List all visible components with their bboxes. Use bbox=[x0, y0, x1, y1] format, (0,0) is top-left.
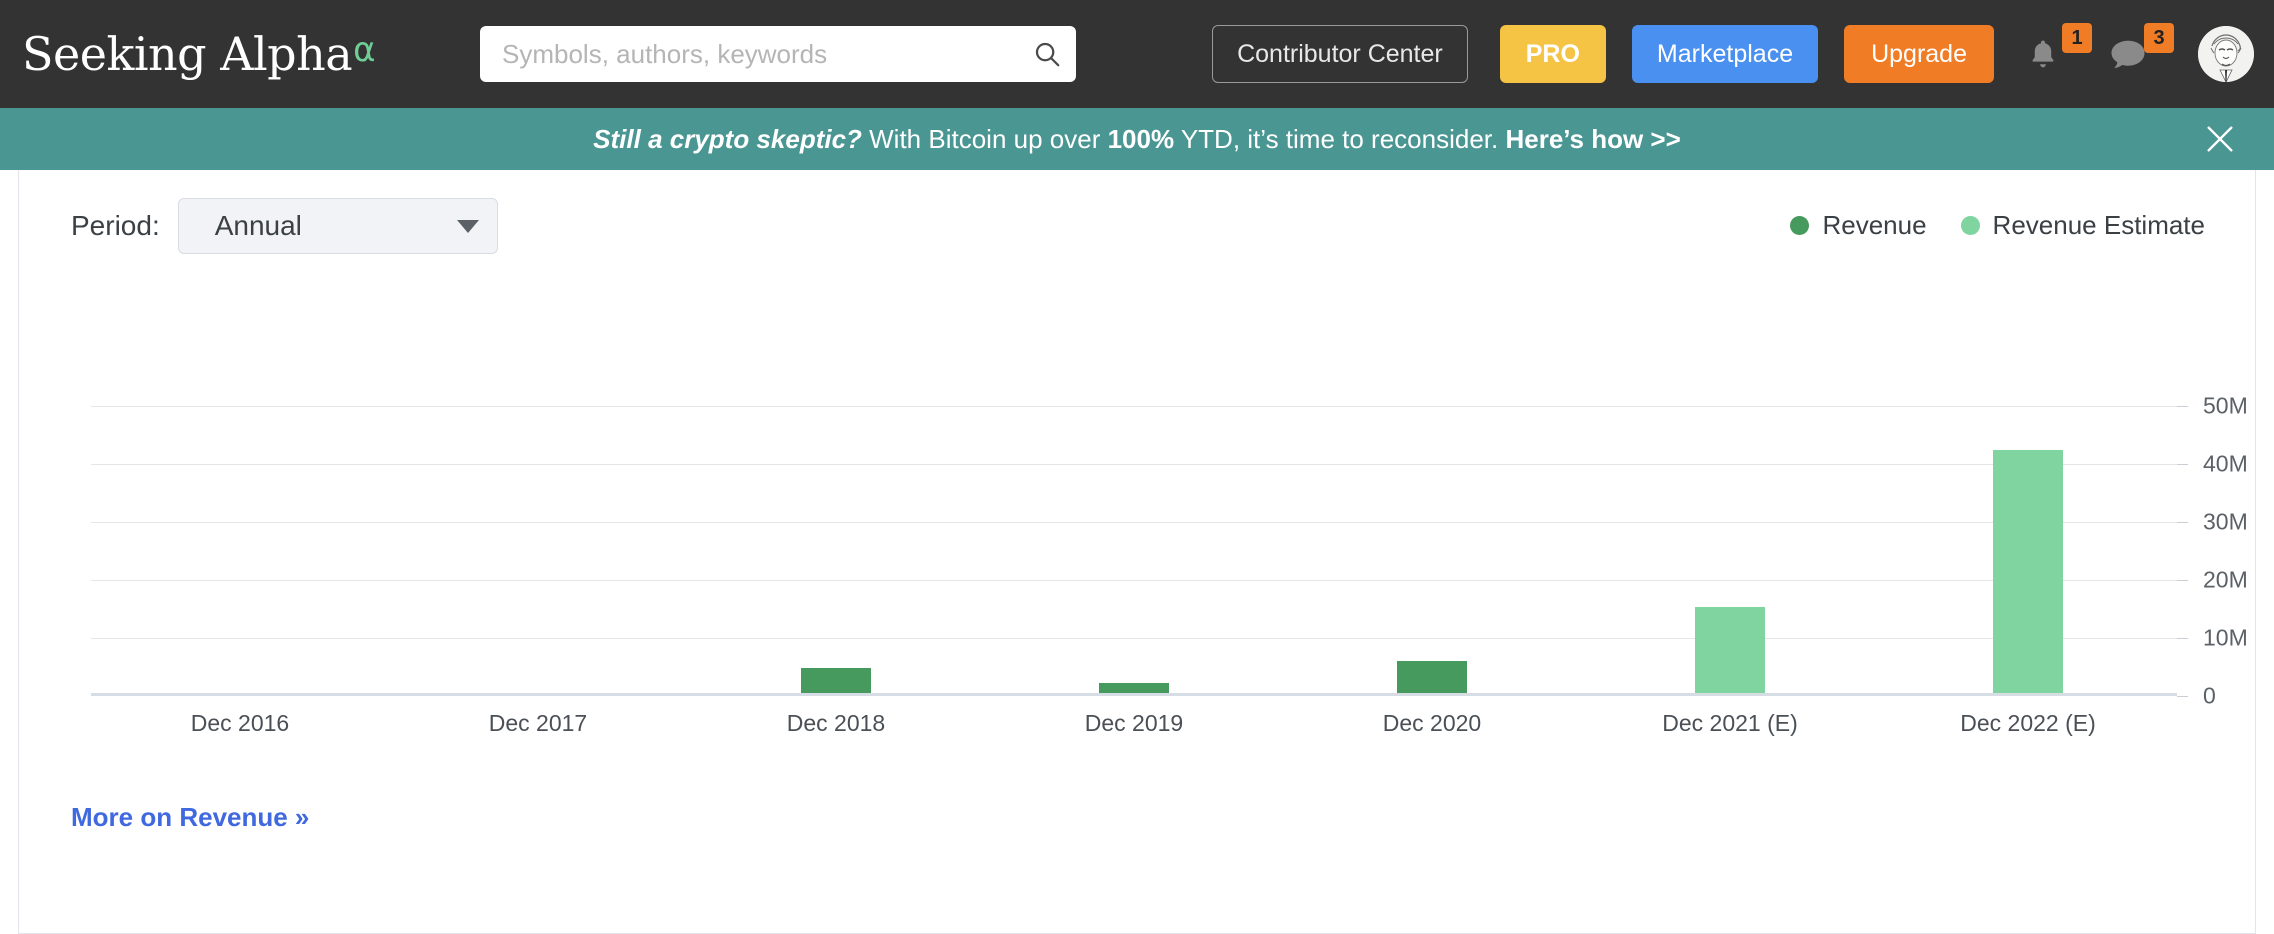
chart-x-axis: Dec 2016 Dec 2017 Dec 2018 Dec 2019 Dec 2020… bbox=[91, 710, 2177, 737]
upgrade-button[interactable]: Upgrade bbox=[1844, 25, 1994, 83]
y-axis-label: 0 bbox=[2203, 682, 2216, 709]
x-axis-label: Dec 2016 bbox=[190, 710, 290, 736]
y-axis-tick bbox=[2177, 638, 2188, 639]
legend-dot-revenue bbox=[1790, 216, 1810, 235]
period-control: Period: Annual bbox=[71, 198, 498, 254]
x-axis-label: Dec 2022 (E) bbox=[1960, 710, 2096, 736]
promo-emphasis: 100% bbox=[1107, 123, 1175, 154]
legend-item-revenue-estimate[interactable]: Revenue Estimate bbox=[1960, 210, 2205, 241]
logo-alpha-icon: α bbox=[353, 30, 376, 70]
period-label: Period: bbox=[71, 210, 160, 241]
bar-slot bbox=[1283, 406, 1581, 696]
chart-bars bbox=[91, 406, 2177, 696]
promo-link[interactable]: Here’s how >> bbox=[1505, 124, 1680, 154]
logo-text: Seeking Alpha bbox=[22, 27, 353, 81]
contributor-center-button[interactable]: Contributor Center bbox=[1212, 25, 1468, 83]
y-axis-label: 40M bbox=[2203, 450, 2248, 477]
y-axis-tick bbox=[2177, 464, 2188, 465]
bar-slot bbox=[1879, 406, 2177, 696]
chart-legend: Revenue Revenue Estimate bbox=[1790, 210, 2205, 241]
chart-bar[interactable] bbox=[1993, 450, 2063, 696]
y-axis-label: 50M bbox=[2203, 392, 2248, 419]
legend-label-revenue-estimate: Revenue Estimate bbox=[1992, 210, 2205, 240]
legend-label-revenue: Revenue bbox=[1822, 210, 1927, 240]
bell-icon bbox=[2032, 40, 2054, 68]
x-axis-label: Dec 2018 bbox=[786, 710, 886, 736]
messages-badge: 3 bbox=[2144, 23, 2174, 53]
search-box[interactable] bbox=[480, 26, 1076, 82]
comment-icon bbox=[2111, 40, 2145, 69]
bar-slot bbox=[1581, 406, 1879, 696]
promo-banner[interactable]: Still a crypto skeptic? With Bitcoin up … bbox=[0, 108, 2274, 170]
bar-slot bbox=[389, 406, 687, 696]
promo-banner-text: Still a crypto skeptic? With Bitcoin up … bbox=[593, 124, 1681, 155]
chevron-down-icon bbox=[456, 219, 479, 233]
bar-slot bbox=[687, 406, 985, 696]
y-axis-label: 10M bbox=[2203, 624, 2248, 651]
y-axis-tick bbox=[2177, 522, 2188, 523]
chart-axis-baseline bbox=[91, 693, 2177, 696]
period-select[interactable]: Annual bbox=[177, 198, 498, 254]
user-avatar-icon bbox=[2198, 26, 2254, 82]
promo-lead: Still a crypto skeptic? bbox=[593, 123, 862, 154]
avatar[interactable] bbox=[2198, 26, 2254, 82]
chart-bar[interactable] bbox=[1695, 606, 1765, 696]
y-axis-tick bbox=[2177, 406, 2188, 407]
x-axis-label: Dec 2017 bbox=[488, 710, 588, 736]
legend-dot-revenue-estimate bbox=[1960, 216, 1980, 235]
x-axis-label: Dec 2019 bbox=[1084, 710, 1184, 736]
notifications-badge: 1 bbox=[2062, 23, 2092, 53]
promo-mid-1: With Bitcoin up over bbox=[861, 123, 1108, 154]
more-on-revenue-link[interactable]: More on Revenue » bbox=[71, 802, 309, 833]
pro-button[interactable]: PRO bbox=[1499, 25, 1606, 83]
close-icon[interactable] bbox=[2202, 121, 2238, 157]
promo-mid-2: YTD, it’s time to reconsider. bbox=[1174, 123, 1506, 154]
notifications-button[interactable]: 1 bbox=[2026, 23, 2092, 83]
marketplace-button[interactable]: Marketplace bbox=[1631, 25, 1819, 83]
search-icon[interactable] bbox=[1018, 26, 1076, 82]
legend-item-revenue[interactable]: Revenue bbox=[1790, 210, 1927, 241]
period-select-value: Annual bbox=[214, 210, 302, 241]
site-header: Seeking Alphaα Contributor Center PRO Ma… bbox=[0, 0, 2274, 108]
header-actions: Contributor Center PRO Marketplace Upgra… bbox=[1212, 0, 2254, 108]
y-axis-tick bbox=[2177, 580, 2188, 581]
y-axis-label: 20M bbox=[2203, 566, 2248, 593]
x-axis-label: Dec 2021 (E) bbox=[1662, 710, 1798, 736]
revenue-chart-panel: Period: Annual Revenue Revenue Estimate … bbox=[18, 170, 2256, 934]
y-axis-tick bbox=[2177, 696, 2188, 697]
site-logo[interactable]: Seeking Alpha α bbox=[22, 27, 376, 81]
revenue-bar-chart: 0 10M 20M 30M 40M 50M bbox=[91, 393, 2248, 709]
chart-bar[interactable] bbox=[801, 667, 871, 696]
y-axis-label: 30M bbox=[2203, 508, 2248, 535]
search-input[interactable] bbox=[480, 38, 1018, 70]
bar-slot bbox=[91, 406, 389, 696]
chart-bar[interactable] bbox=[1397, 661, 1467, 696]
chart-plot-area bbox=[91, 406, 2177, 696]
messages-button[interactable]: 3 bbox=[2108, 23, 2174, 83]
x-axis-label: Dec 2020 bbox=[1382, 710, 1482, 736]
bar-slot bbox=[985, 406, 1283, 696]
